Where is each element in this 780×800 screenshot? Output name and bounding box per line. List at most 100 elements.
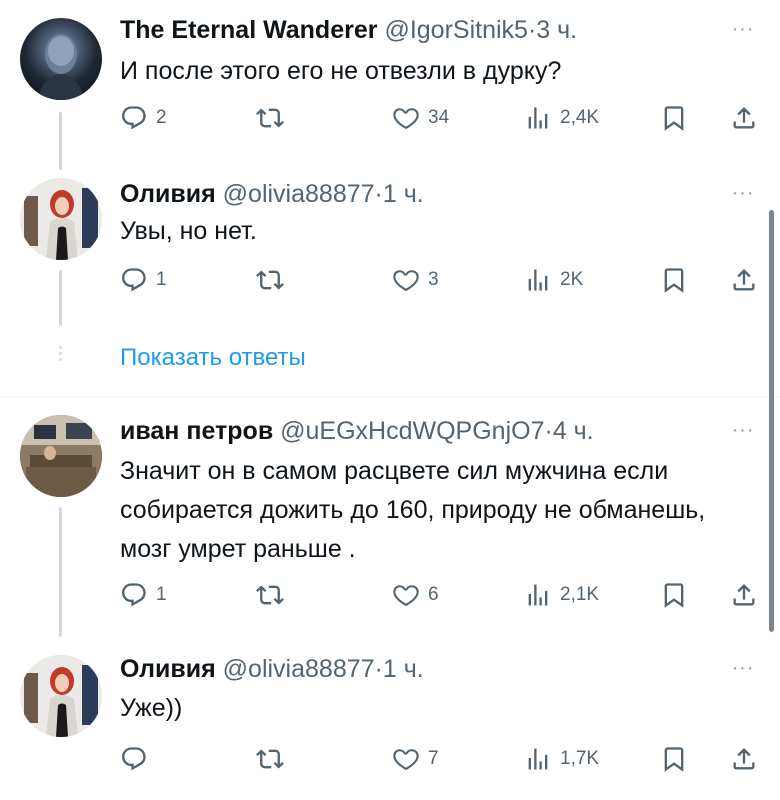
avatar[interactable] bbox=[20, 178, 102, 260]
share-button[interactable] bbox=[730, 739, 758, 779]
more-icon[interactable]: ··· bbox=[728, 19, 758, 42]
views-icon bbox=[524, 104, 552, 132]
bookmark-icon bbox=[660, 581, 688, 609]
like-button[interactable]: 6 bbox=[392, 575, 439, 615]
tweet-1[interactable]: The Eternal Wanderer @IgorSitnik5·3 ч. ·… bbox=[0, 0, 780, 170]
more-icon[interactable]: ··· bbox=[728, 183, 758, 206]
action-bar: 2 34 2,4K bbox=[120, 98, 760, 138]
like-count: 7 bbox=[428, 748, 439, 769]
timestamp[interactable]: 3 ч. bbox=[536, 16, 577, 44]
reply-icon bbox=[120, 745, 148, 773]
timestamp[interactable]: 1 ч. bbox=[383, 180, 424, 208]
reply-icon bbox=[120, 266, 148, 294]
bookmark-icon bbox=[660, 266, 688, 294]
views-count: 2K bbox=[560, 269, 584, 290]
views-count: 2,4K bbox=[560, 107, 600, 128]
scrollbar[interactable] bbox=[769, 210, 774, 632]
avatar[interactable] bbox=[20, 18, 102, 100]
avatar-image bbox=[20, 655, 102, 737]
views-button[interactable]: 1,7K bbox=[524, 739, 599, 779]
bookmark-button[interactable] bbox=[660, 98, 688, 138]
like-button[interactable]: 34 bbox=[392, 98, 449, 138]
avatar[interactable] bbox=[20, 415, 102, 497]
author-name[interactable]: Оливия bbox=[120, 180, 216, 208]
views-icon bbox=[524, 266, 552, 294]
tweet-text: И после этого его не отвезли в дурку? bbox=[120, 57, 562, 85]
like-count: 34 bbox=[428, 107, 450, 128]
reply-button[interactable]: 1 bbox=[120, 260, 167, 300]
bookmark-icon bbox=[660, 104, 688, 132]
retweet-icon bbox=[256, 266, 284, 294]
like-icon bbox=[392, 581, 420, 609]
reply-count: 2 bbox=[156, 107, 167, 128]
retweet-button[interactable] bbox=[256, 739, 292, 779]
action-bar: 1 3 2K bbox=[120, 260, 760, 300]
separator: · bbox=[374, 180, 383, 208]
share-icon bbox=[730, 745, 758, 773]
author-handle[interactable]: @IgorSitnik5 bbox=[384, 16, 528, 44]
timestamp[interactable]: 4 ч. bbox=[553, 417, 594, 445]
retweet-icon bbox=[256, 104, 284, 132]
avatar[interactable] bbox=[20, 655, 102, 737]
like-icon bbox=[392, 745, 420, 773]
tweet-2[interactable]: Оливия @olivia88877·1 ч. ··· Увы, но нет… bbox=[0, 170, 780, 330]
bookmark-button[interactable] bbox=[660, 575, 688, 615]
author-name[interactable]: иван петров bbox=[120, 417, 273, 445]
share-icon bbox=[730, 581, 758, 609]
retweet-icon bbox=[256, 581, 284, 609]
share-button[interactable] bbox=[730, 575, 758, 615]
bookmark-button[interactable] bbox=[660, 739, 688, 779]
avatar-image bbox=[20, 415, 102, 497]
author-name[interactable]: The Eternal Wanderer bbox=[120, 16, 377, 44]
reply-button[interactable]: 1 bbox=[120, 575, 167, 615]
author-name[interactable]: Оливия bbox=[120, 655, 216, 683]
more-icon[interactable]: ··· bbox=[728, 420, 758, 443]
separator: · bbox=[544, 417, 553, 445]
share-button[interactable] bbox=[730, 98, 758, 138]
share-icon bbox=[730, 266, 758, 294]
tweet-3[interactable]: иван петров @uEGxHcdWQPGnjO7·4 ч. ··· Зн… bbox=[0, 397, 780, 637]
views-count: 1,7K bbox=[560, 748, 600, 769]
views-icon bbox=[524, 581, 552, 609]
views-icon bbox=[524, 745, 552, 773]
reply-button[interactable]: 2 bbox=[120, 98, 167, 138]
avatar-image bbox=[20, 178, 102, 260]
share-button[interactable] bbox=[730, 260, 758, 300]
retweet-icon bbox=[256, 745, 284, 773]
tweet-text: Увы, но нет. bbox=[120, 217, 257, 245]
tweet-text: Значит он в самом расцвете сил мужчина е… bbox=[120, 457, 706, 563]
bookmark-button[interactable] bbox=[660, 260, 688, 300]
retweet-button[interactable] bbox=[256, 260, 292, 300]
action-bar: 7 1,7K bbox=[120, 739, 760, 779]
thread-line bbox=[59, 507, 62, 637]
views-button[interactable]: 2,4K bbox=[524, 98, 599, 138]
reply-button[interactable] bbox=[120, 739, 156, 779]
tweet-4[interactable]: Оливия @olivia88877·1 ч. ··· Уже)) 7 1,7… bbox=[0, 637, 780, 800]
timestamp[interactable]: 1 ч. bbox=[383, 655, 424, 683]
views-button[interactable]: 2K bbox=[524, 260, 583, 300]
more-icon[interactable]: ··· bbox=[728, 658, 758, 681]
reply-icon bbox=[120, 104, 148, 132]
like-count: 6 bbox=[428, 584, 439, 605]
bookmark-icon bbox=[660, 745, 688, 773]
like-icon bbox=[392, 266, 420, 294]
views-button[interactable]: 2,1K bbox=[524, 575, 599, 615]
retweet-button[interactable] bbox=[256, 98, 292, 138]
author-handle[interactable]: @olivia88877 bbox=[223, 655, 375, 683]
like-button[interactable]: 3 bbox=[392, 260, 439, 300]
author-handle[interactable]: @uEGxHcdWQPGnjO7 bbox=[280, 417, 544, 445]
views-count: 2,1K bbox=[560, 584, 600, 605]
share-icon bbox=[730, 104, 758, 132]
show-replies-link[interactable]: Показать ответы bbox=[120, 344, 306, 372]
like-count: 3 bbox=[428, 269, 439, 290]
reply-count: 1 bbox=[156, 584, 167, 605]
like-button[interactable]: 7 bbox=[392, 739, 439, 779]
tweet-header: иван петров @uEGxHcdWQPGnjO7·4 ч. bbox=[120, 417, 594, 446]
retweet-button[interactable] bbox=[256, 575, 292, 615]
author-handle[interactable]: @olivia88877 bbox=[223, 180, 375, 208]
separator: · bbox=[374, 655, 383, 683]
action-bar: 1 6 2,1K bbox=[120, 575, 760, 615]
reply-icon bbox=[120, 581, 148, 609]
thread-line bbox=[59, 270, 62, 326]
avatar-image bbox=[38, 34, 84, 100]
